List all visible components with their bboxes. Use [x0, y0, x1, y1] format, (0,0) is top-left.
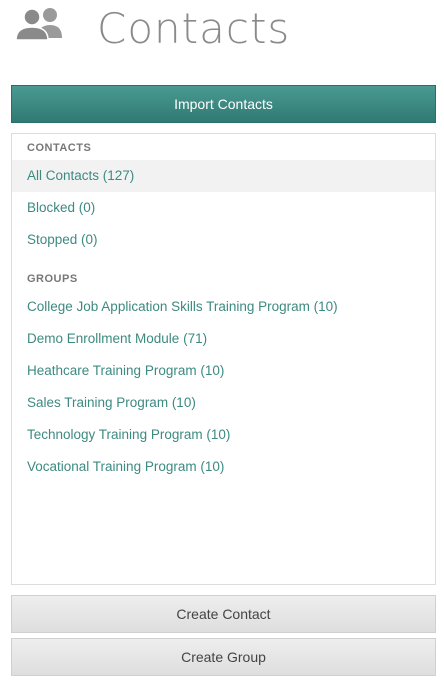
groups-section-heading: GROUPS — [27, 273, 78, 285]
nav-item-blocked[interactable]: Blocked (0) — [12, 192, 435, 224]
create-group-button[interactable]: Create Group — [11, 638, 436, 676]
group-item[interactable]: Heathcare Training Program (10) — [12, 355, 435, 387]
import-contacts-button[interactable]: Import Contacts — [11, 85, 436, 123]
page-title: Contacts — [97, 4, 291, 53]
group-item[interactable]: Vocational Training Program (10) — [12, 451, 435, 483]
users-icon — [15, 8, 62, 40]
group-item[interactable]: Demo Enrollment Module (71) — [12, 323, 435, 355]
contacts-section-heading: CONTACTS — [27, 142, 92, 154]
group-item[interactable]: Technology Training Program (10) — [12, 419, 435, 451]
contacts-nav-panel: CONTACTS All Contacts (127) Blocked (0) … — [11, 133, 436, 585]
nav-item-all-contacts[interactable]: All Contacts (127) — [12, 160, 435, 192]
page-header: Contacts — [0, 0, 444, 70]
nav-item-stopped[interactable]: Stopped (0) — [12, 224, 435, 256]
group-item[interactable]: Sales Training Program (10) — [12, 387, 435, 419]
create-contact-button[interactable]: Create Contact — [11, 595, 436, 633]
group-item[interactable]: College Job Application Skills Training … — [12, 291, 435, 323]
